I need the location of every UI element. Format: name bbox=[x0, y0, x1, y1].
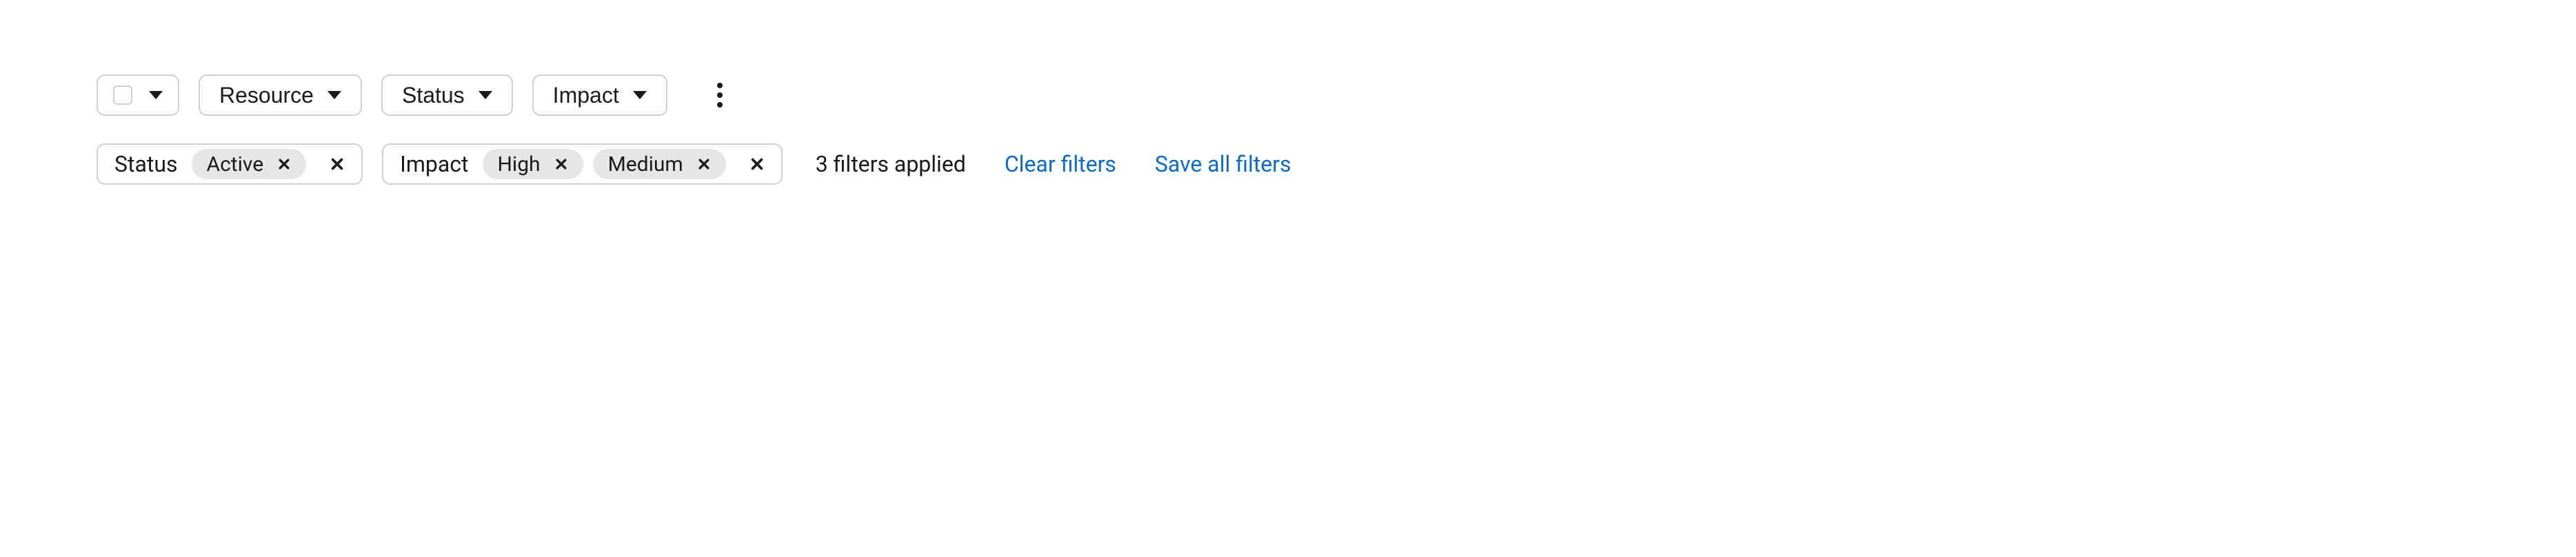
clear-filters-link[interactable]: Clear filters bbox=[1005, 151, 1116, 177]
filter-chip: Medium bbox=[593, 149, 726, 179]
bulk-select-dropdown[interactable] bbox=[97, 74, 179, 116]
filter-group-label: Impact bbox=[400, 151, 468, 177]
close-icon bbox=[277, 157, 291, 171]
impact-filter-label: Impact bbox=[553, 83, 619, 108]
resource-filter-label: Resource bbox=[219, 83, 314, 108]
close-icon bbox=[697, 157, 711, 171]
filter-chip-label: High bbox=[498, 152, 541, 176]
close-icon bbox=[330, 156, 345, 172]
close-icon bbox=[554, 157, 568, 171]
filter-group-label: Status bbox=[114, 151, 178, 177]
filter-chip-label: Medium bbox=[608, 152, 683, 176]
close-icon bbox=[749, 156, 765, 172]
filter-group-status: Status Active bbox=[97, 143, 363, 185]
filter-chip: High bbox=[483, 149, 583, 179]
caret-down-icon bbox=[149, 91, 163, 99]
filter-toolbar: Resource Status Impact bbox=[97, 74, 2479, 116]
resource-filter-dropdown[interactable]: Resource bbox=[199, 74, 362, 116]
caret-down-icon bbox=[479, 91, 492, 99]
applied-filters-bar: Status Active Impact High bbox=[97, 143, 2479, 185]
checkbox-icon bbox=[113, 85, 132, 105]
filter-group-impact: Impact High Medium bbox=[382, 143, 783, 185]
status-filter-label: Status bbox=[402, 83, 465, 108]
caret-down-icon bbox=[328, 91, 341, 99]
filter-chip: Active bbox=[192, 149, 307, 179]
save-all-filters-link[interactable]: Save all filters bbox=[1155, 151, 1291, 177]
filter-chip-label: Active bbox=[207, 152, 264, 176]
status-filter-dropdown[interactable]: Status bbox=[381, 74, 513, 116]
filters-applied-count: 3 filters applied bbox=[816, 151, 966, 177]
impact-filter-dropdown[interactable]: Impact bbox=[532, 74, 667, 116]
remove-chip-button[interactable] bbox=[273, 153, 295, 175]
caret-down-icon bbox=[633, 91, 647, 99]
remove-filter-group-button[interactable] bbox=[323, 152, 352, 176]
more-options-button[interactable] bbox=[701, 76, 739, 114]
kebab-icon bbox=[717, 83, 723, 108]
remove-chip-button[interactable] bbox=[550, 153, 572, 175]
remove-chip-button[interactable] bbox=[693, 153, 715, 175]
remove-filter-group-button[interactable] bbox=[743, 152, 772, 176]
